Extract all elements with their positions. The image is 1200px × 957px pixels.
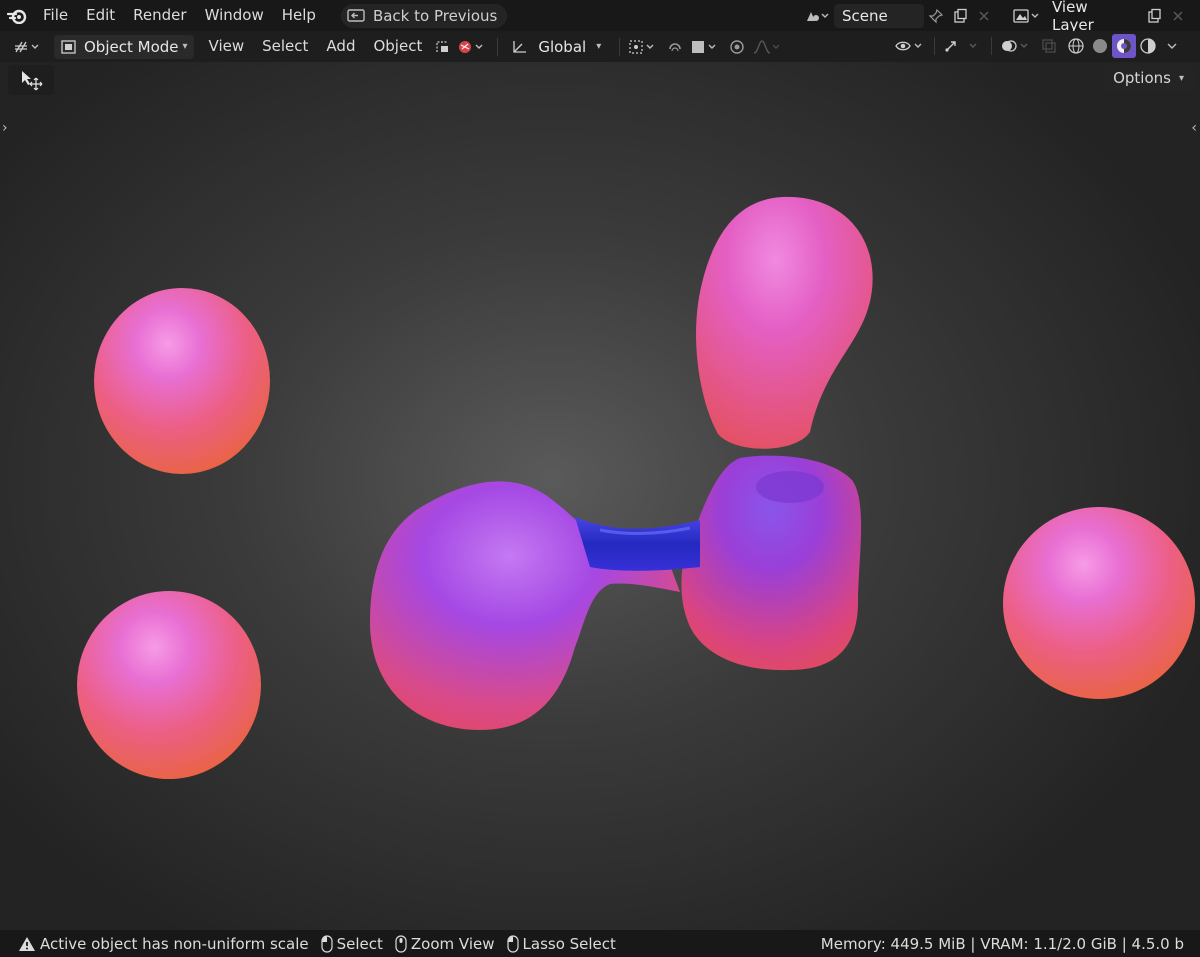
header-separator <box>497 37 499 56</box>
gizmo-icon[interactable] <box>941 34 985 58</box>
toolbar-expand-arrow-icon[interactable]: › <box>2 120 8 136</box>
overlays-icon[interactable] <box>998 34 1034 58</box>
menu-render[interactable]: Render <box>124 0 195 31</box>
warning-text: Active object has non-uniform scale <box>40 934 309 953</box>
delete-scene-icon[interactable] <box>972 4 996 28</box>
material-preview-shading-icon[interactable] <box>1112 34 1136 58</box>
menu-add[interactable]: Add <box>317 31 364 62</box>
teardrop-blob <box>696 196 873 449</box>
view-layer-name-field[interactable]: View Layer <box>1044 0 1142 34</box>
new-scene-icon[interactable] <box>948 4 972 28</box>
material-preview-dropdown-icon[interactable] <box>455 35 491 59</box>
mouse-middle-icon <box>395 934 407 953</box>
menu-object[interactable]: Object <box>364 31 431 62</box>
hint-select-label: Select <box>336 934 383 953</box>
move-cursor-icon <box>22 71 43 91</box>
blob-right-cavity <box>756 471 824 503</box>
back-screen-icon <box>347 8 365 22</box>
hint-lasso-label: Lasso Select <box>522 934 616 953</box>
3d-viewport[interactable]: Options ▾ › ‹ <box>0 62 1200 930</box>
chevron-down-icon: ▾ <box>182 41 188 52</box>
visibility-eye-icon[interactable] <box>892 34 928 58</box>
resource-stats: Memory: 449.5 MiB | VRAM: 1.1/2.0 GiB | … <box>820 934 1184 953</box>
back-to-previous-button[interactable]: Back to Previous <box>340 3 508 28</box>
falloff-curve-icon[interactable] <box>750 35 786 59</box>
xray-toggle-icon[interactable] <box>1034 34 1064 58</box>
pivot-point-icon[interactable] <box>626 35 662 59</box>
back-to-previous-label: Back to Previous <box>372 6 498 25</box>
scene-name-field[interactable]: Scene <box>834 3 924 28</box>
status-bar: Active object has non-uniform scale Sele… <box>0 930 1200 957</box>
object-mode-icon <box>61 39 76 54</box>
scene-render <box>77 196 1195 779</box>
delete-view-layer-icon[interactable] <box>1166 4 1190 28</box>
hint-lasso: Lasso Select <box>506 934 616 953</box>
orientation-axis-icon <box>513 40 527 53</box>
header-separator <box>934 37 935 55</box>
viewport-header: Object Mode ▾ View Select Add Object Glo… <box>0 31 1200 62</box>
view-layer-selector: View Layer <box>1008 0 1190 34</box>
top-bar: File Edit Render Window Help Back to Pre… <box>0 0 1200 34</box>
hint-select: Select <box>321 935 383 953</box>
hint-zoom: Zoom View <box>395 935 495 953</box>
sphere-left-top <box>94 288 270 474</box>
rendered-shading-icon[interactable] <box>1136 34 1160 58</box>
sphere-left-bottom <box>77 591 261 779</box>
status-warning: Active object has non-uniform scale <box>18 935 309 953</box>
blender-logo-icon[interactable] <box>0 0 34 31</box>
scene-browse-icon[interactable] <box>798 4 834 28</box>
menu-select[interactable]: Select <box>253 31 317 62</box>
bridge-tube <box>575 517 700 571</box>
blob-left-bridge-part <box>370 481 680 730</box>
sidebar-expand-arrow-icon[interactable]: ‹ <box>1191 120 1197 136</box>
options-label: Options <box>1113 69 1171 87</box>
menu-file[interactable]: File <box>34 0 77 31</box>
menu-view[interactable]: View <box>200 31 254 62</box>
snap-magnet-icon[interactable] <box>662 35 688 59</box>
orientation-label: Global <box>538 37 587 56</box>
warning-icon <box>19 936 35 951</box>
header-separator <box>619 37 621 56</box>
mode-dropdown[interactable]: Object Mode ▾ <box>54 34 194 59</box>
sphere-right <box>1003 507 1195 699</box>
transform-affect-icon[interactable] <box>431 35 455 59</box>
solid-shading-icon[interactable] <box>1088 34 1112 58</box>
view-layer-browse-icon[interactable] <box>1008 4 1044 28</box>
scene-selector: Scene <box>798 0 996 31</box>
mode-label: Object Mode <box>84 37 179 56</box>
options-dropdown[interactable]: Options ▾ <box>1103 65 1194 91</box>
header-separator <box>991 37 992 55</box>
shading-options-chevron-icon[interactable] <box>1160 34 1184 58</box>
snap-target-dropdown-icon[interactable] <box>688 35 724 59</box>
pin-icon[interactable] <box>924 4 948 28</box>
mouse-left-icon <box>321 934 333 953</box>
proportional-editing-icon[interactable] <box>724 35 750 59</box>
orientation-dropdown[interactable]: Global ▾ <box>504 35 607 59</box>
hint-zoom-label: Zoom View <box>410 934 495 953</box>
menu-edit[interactable]: Edit <box>77 0 124 31</box>
new-view-layer-icon[interactable] <box>1142 4 1166 28</box>
editor-type-icon[interactable] <box>10 35 48 59</box>
chevron-down-icon: ▾ <box>596 41 602 52</box>
menu-window[interactable]: Window <box>196 0 273 31</box>
viewport-display-controls <box>892 34 1184 58</box>
menu-help[interactable]: Help <box>273 0 325 31</box>
wireframe-shading-icon[interactable] <box>1064 34 1088 58</box>
move-tool-button[interactable] <box>8 65 54 95</box>
chevron-down-icon: ▾ <box>1178 72 1184 84</box>
mouse-left-drag-icon <box>506 934 519 953</box>
